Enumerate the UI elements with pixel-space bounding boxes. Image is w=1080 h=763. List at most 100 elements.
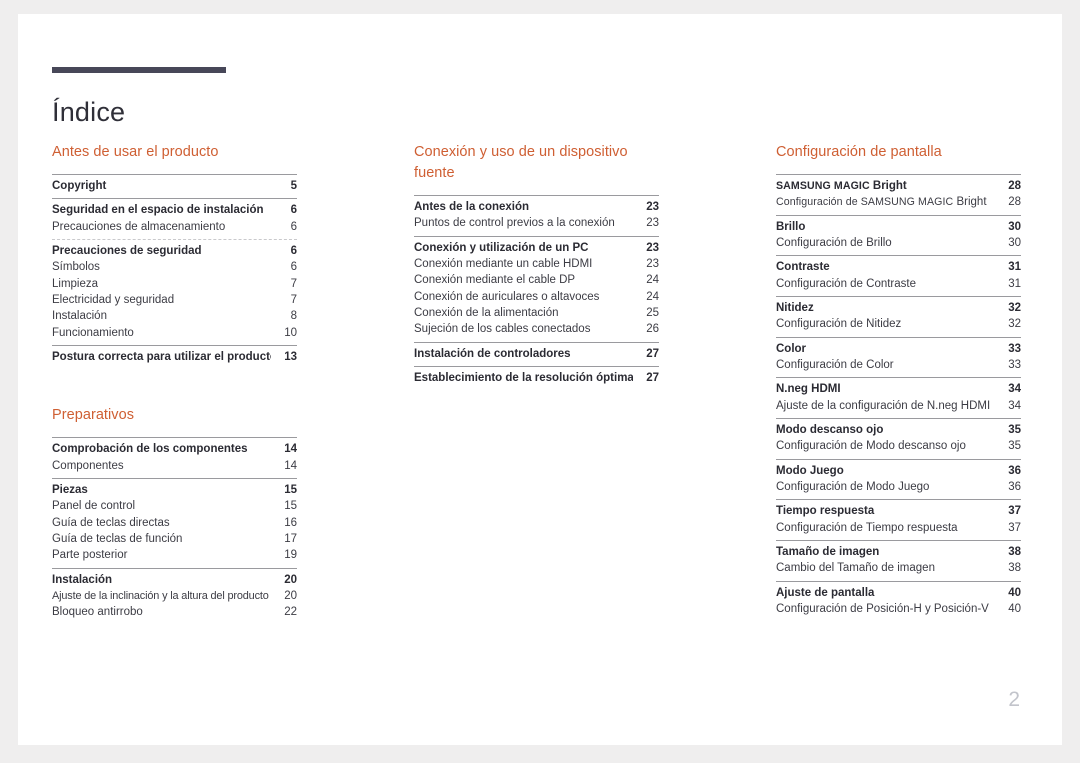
toc-entry-label: Bloqueo antirrobo xyxy=(52,606,143,619)
toc-entry[interactable]: Piezas 15 xyxy=(52,482,297,498)
toc-entry[interactable]: Conexión de la alimentación 25 xyxy=(414,305,659,321)
toc-entry[interactable]: Postura correcta para utilizar el produc… xyxy=(52,349,297,365)
toc-entry-page: 22 xyxy=(284,606,297,619)
toc-entry-label: Panel de control xyxy=(52,500,136,513)
toc-entry[interactable]: Panel de control 15 xyxy=(52,498,297,514)
toc-entry[interactable]: Comprobación de los componentes 14 xyxy=(52,441,297,457)
toc-entry-group: Seguridad en el espacio de instalación 6 P… xyxy=(52,198,297,239)
toc-entry[interactable]: Configuración de SAMSUNG MAGIC Bright 28 xyxy=(776,194,1021,210)
toc-entry-label: Tamaño de imagen xyxy=(776,545,880,558)
toc-entry[interactable]: Parte posterior 19 xyxy=(52,547,297,563)
toc-entry-page: 34 xyxy=(1008,399,1021,412)
toc-entry-label: Instalación de controladores xyxy=(414,347,571,360)
toc-entry[interactable]: Color 33 xyxy=(776,341,1021,357)
toc-entry-label: Ajuste de pantalla xyxy=(776,586,875,599)
toc-entry-group: Comprobación de los componentes 14 Compone… xyxy=(52,437,297,478)
toc-entry[interactable]: Configuración de Contraste 31 xyxy=(776,276,1021,292)
toc-entry[interactable]: Antes de la conexión 23 xyxy=(414,199,659,215)
toc-entry-group: Tamaño de imagen 38 Cambio del Tamaño de i… xyxy=(776,539,1021,581)
toc-entry[interactable]: Conexión mediante el cable DP 24 xyxy=(414,272,659,288)
toc-entry-page: 14 xyxy=(284,459,297,472)
toc-entry-label: Configuración de Modo Juego xyxy=(776,480,930,493)
toc-entry[interactable]: Modo Juego 36 xyxy=(776,463,1021,479)
toc-entry[interactable]: Conexión y utilización de un PC 23 xyxy=(414,240,659,256)
toc-entry[interactable]: Nitidez 32 xyxy=(776,300,1021,316)
toc-entry[interactable]: Instalación 20 xyxy=(52,572,297,588)
toc-entry-page: 25 xyxy=(646,307,659,319)
toc-entry[interactable]: Tiempo respuesta 37 xyxy=(776,503,1021,519)
toc-entry-page: 8 xyxy=(290,310,297,323)
toc-entry-label: Conexión de la alimentación xyxy=(414,307,559,319)
toc-column: Conexión y uso de un dispositivo fuente A… xyxy=(414,142,659,625)
toc-entry-label: Sujeción de los cables conectados xyxy=(414,323,591,336)
toc-entry[interactable]: Contraste 31 xyxy=(776,259,1021,275)
toc-entry[interactable]: Configuración de Nitidez 32 xyxy=(776,316,1021,332)
toc-entry[interactable]: Configuración de Modo descanso ojo 35 xyxy=(776,438,1021,454)
toc-entry-label: Ajuste de la configuración de N.neg HDMI xyxy=(776,399,991,412)
toc-entry[interactable]: Configuración de Modo Juego 36 xyxy=(776,479,1021,495)
toc-entry[interactable]: Establecimiento de la resolución óptima 2… xyxy=(414,370,659,386)
toc-entry[interactable]: Funcionamiento 10 xyxy=(52,325,297,341)
toc-entry[interactable]: Electricidad y seguridad 7 xyxy=(52,292,297,308)
toc-entry-page: 20 xyxy=(284,589,297,602)
toc-entry[interactable]: Ajuste de la configuración de N.neg HDMI… xyxy=(776,398,1021,414)
toc-entry[interactable]: Ajuste de la inclinación y la altura del… xyxy=(52,588,297,604)
toc-entry-label: Establecimiento de la resolución óptima xyxy=(414,371,633,384)
toc-entry[interactable]: Conexión de auriculares o altavoces 24 xyxy=(414,289,659,305)
toc-entry-page: 30 xyxy=(1008,237,1021,249)
toc-entry-label: Tiempo respuesta xyxy=(776,505,875,518)
toc-entry[interactable]: Símbolos 6 xyxy=(52,259,297,275)
toc-entry-label: Cambio del Tamaño de imagen xyxy=(776,562,935,575)
toc-entry-label: Conexión y utilización de un PC xyxy=(414,241,589,254)
toc-entry[interactable]: Guía de teclas directas 16 xyxy=(52,515,297,531)
toc-entry[interactable]: Componentes 14 xyxy=(52,458,297,474)
toc-entry[interactable]: Instalación 8 xyxy=(52,308,297,324)
toc-entry-page: 28 xyxy=(1008,180,1021,193)
toc-entry-group: Establecimiento de la resolución óptima 2… xyxy=(414,365,659,390)
toc-entry[interactable]: Modo descanso ojo 35 xyxy=(776,422,1021,438)
toc-entry[interactable]: Seguridad en el espacio de instalación 6 xyxy=(52,202,297,218)
toc-entry-label: Configuración de Contraste xyxy=(776,277,916,290)
toc-entry[interactable]: Precauciones de seguridad 6 xyxy=(52,243,297,259)
page-number: 2 xyxy=(1008,688,1020,711)
toc-entry-label: Conexión de auriculares o altavoces xyxy=(414,290,600,303)
toc-entry-label: Parte posterior xyxy=(52,549,128,562)
toc-entry-page: 35 xyxy=(1008,440,1021,453)
toc-entry-group: Piezas 15 Panel de control 15 Guía de teclas… xyxy=(52,477,297,568)
toc-entry[interactable]: Limpieza 7 xyxy=(52,276,297,292)
toc-column: Configuración de pantalla SAMSUNG MAGIC B… xyxy=(776,142,1021,625)
toc-entry[interactable]: Bloqueo antirrobo 22 xyxy=(52,604,297,620)
toc-entry[interactable]: Puntos de control previos a la conexión 2… xyxy=(414,215,659,231)
toc-entry[interactable]: Instalación de controladores 27 xyxy=(414,346,659,362)
toc-entry-group: Postura correcta para utilizar el produc… xyxy=(52,344,297,369)
toc-entry-page: 23 xyxy=(646,258,659,271)
toc-entry-page: 35 xyxy=(1008,423,1021,436)
toc-entry[interactable]: Tamaño de imagen 38 xyxy=(776,544,1021,560)
section-heading: Configuración de pantalla xyxy=(776,144,942,160)
toc-entry[interactable]: Ajuste de pantalla 40 xyxy=(776,585,1021,601)
toc-entry-label: Instalación xyxy=(52,573,113,586)
toc-entry[interactable]: Conexión mediante un cable HDMI 23 xyxy=(414,256,659,272)
toc-entry-label: Configuración de Nitidez xyxy=(776,318,902,331)
toc-entry-page: 7 xyxy=(290,293,297,306)
toc-entry[interactable]: Configuración de Color 33 xyxy=(776,357,1021,373)
toc-entry[interactable]: Cambio del Tamaño de imagen 38 xyxy=(776,560,1021,576)
toc-entry[interactable]: Precauciones de almacenamiento 6 xyxy=(52,219,297,235)
toc-entry[interactable]: Configuración de Posición-H y Posición-V… xyxy=(776,601,1021,617)
toc-entry[interactable]: Configuración de Brillo 30 xyxy=(776,235,1021,251)
toc-entry[interactable]: Configuración de Tiempo respuesta 37 xyxy=(776,520,1021,536)
toc-entry-label: Conexión mediante un cable HDMI xyxy=(414,258,593,271)
toc-entry-label: Precauciones de seguridad xyxy=(52,245,202,257)
toc-entry[interactable]: N.neg HDMI 34 xyxy=(776,381,1021,397)
toc-entry-label: Copyright xyxy=(52,180,107,193)
toc-entry[interactable]: Brillo 30 xyxy=(776,219,1021,235)
toc-entry[interactable]: Guía de teclas de función 17 xyxy=(52,531,297,547)
section-heading: Preparativos xyxy=(52,407,134,424)
toc-entry-group: Precauciones de seguridad 6 Símbolos 6 Limpi… xyxy=(52,239,297,345)
toc-entry[interactable]: Copyright 5 xyxy=(52,178,297,194)
toc-entry-label: Ajuste de la inclinación y la altura del… xyxy=(52,589,269,602)
toc-entry-page: 14 xyxy=(284,443,297,456)
toc-entry[interactable]: SAMSUNG MAGIC Bright 28 xyxy=(776,178,1021,194)
toc-entry[interactable]: Sujeción de los cables conectados 26 xyxy=(414,321,659,337)
toc-entry-page: 38 xyxy=(1008,545,1021,558)
